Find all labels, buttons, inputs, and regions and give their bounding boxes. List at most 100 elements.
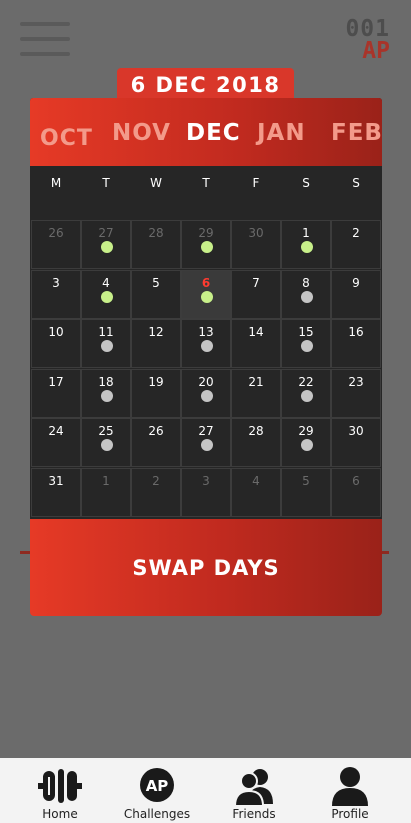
- brand-ap: AP: [362, 38, 390, 64]
- day-cell[interactable]: 30: [331, 418, 381, 467]
- profile-icon: [332, 767, 368, 806]
- day-cell[interactable]: 2: [131, 467, 181, 517]
- weekday-header: M T W T F S S: [30, 166, 382, 218]
- day-cell[interactable]: 27: [81, 220, 131, 269]
- ap-badge-icon: AP: [140, 768, 174, 802]
- month-feb[interactable]: FEB: [331, 120, 382, 146]
- scheduled-dot-icon: [201, 439, 213, 451]
- day-cell[interactable]: 7: [231, 269, 281, 319]
- day-number: 28: [148, 226, 164, 240]
- day-number: 1: [102, 473, 110, 488]
- day-cell[interactable]: 1: [81, 467, 131, 517]
- scheduled-dot-icon: [301, 340, 313, 352]
- nav-profile-label: Profile: [331, 807, 369, 821]
- day-cell[interactable]: 12: [131, 319, 181, 368]
- day-cell[interactable]: 1: [281, 220, 331, 269]
- day-number: 9: [352, 275, 360, 290]
- day-cell[interactable]: 14: [231, 319, 281, 368]
- day-number: 2: [152, 473, 160, 488]
- day-number: 5: [152, 275, 160, 290]
- completed-dot-icon: [101, 290, 113, 303]
- day-number: 22: [298, 374, 314, 389]
- day-cell[interactable]: 3: [31, 269, 81, 319]
- day-cell[interactable]: 5: [131, 269, 181, 319]
- day-cell[interactable]: 29: [181, 220, 231, 269]
- day-cell[interactable]: 11: [81, 319, 131, 368]
- scheduled-dot-icon: [101, 340, 113, 352]
- month-nov[interactable]: NOV: [112, 120, 171, 146]
- day-cell[interactable]: 24: [31, 418, 81, 467]
- day-cell[interactable]: 19: [131, 368, 181, 418]
- nav-challenges[interactable]: AP Challenges: [107, 758, 207, 823]
- nav-friends[interactable]: Friends: [204, 758, 304, 823]
- day-cell[interactable]: 9: [331, 269, 381, 319]
- weekday-label: F: [252, 176, 260, 190]
- day-cell[interactable]: 22: [281, 368, 331, 418]
- scheduled-dot-icon: [301, 439, 313, 451]
- day-number: 3: [202, 473, 210, 488]
- scheduled-dot-icon: [201, 340, 213, 352]
- day-number: 1: [302, 226, 310, 240]
- day-number: 27: [198, 424, 214, 438]
- scheduled-dot-icon: [301, 290, 313, 303]
- day-cell[interactable]: 10: [31, 319, 81, 368]
- nav-home[interactable]: Home: [10, 758, 110, 823]
- day-cell[interactable]: 17: [31, 368, 81, 418]
- weekday-label: T: [202, 176, 210, 190]
- day-cell[interactable]: 2: [331, 220, 381, 269]
- ap-badge-text: AP: [146, 777, 169, 795]
- day-cell[interactable]: 28: [131, 220, 181, 269]
- day-number: 4: [252, 473, 260, 488]
- day-number: 6: [201, 275, 211, 290]
- day-cell-today[interactable]: 6: [181, 269, 231, 319]
- dumbbell-icon: [38, 769, 82, 803]
- hamburger-menu-icon[interactable]: [20, 22, 70, 58]
- day-cell[interactable]: 18: [81, 368, 131, 418]
- day-number: 30: [348, 424, 364, 438]
- day-cell[interactable]: 31: [31, 467, 81, 517]
- day-cell[interactable]: 27: [181, 418, 231, 467]
- month-oct[interactable]: OCT: [40, 126, 93, 151]
- day-cell[interactable]: 4: [231, 467, 281, 517]
- day-cell[interactable]: 5: [281, 467, 331, 517]
- month-jan[interactable]: JAN: [257, 120, 306, 146]
- day-cell[interactable]: 15: [281, 319, 331, 368]
- day-cell[interactable]: 16: [331, 319, 381, 368]
- day-number: 20: [198, 374, 214, 389]
- day-number: 13: [198, 325, 214, 339]
- day-number: 30: [248, 226, 264, 240]
- day-cell[interactable]: 25: [81, 418, 131, 467]
- day-number: 3: [52, 275, 60, 290]
- swap-days-button[interactable]: SWAP DAYS: [30, 519, 382, 616]
- day-number: 7: [252, 275, 260, 290]
- day-cell[interactable]: 28: [231, 418, 281, 467]
- calendar-grid: 26 27 28 29 30 1 2 3 4 5 6 7 8 9 10 11 12 13 14 15 16 17 18 19 2…: [31, 220, 381, 518]
- friends-icon: [233, 769, 273, 806]
- day-number: 14: [248, 325, 264, 339]
- day-cell[interactable]: 30: [231, 220, 281, 269]
- day-cell[interactable]: 23: [331, 368, 381, 418]
- day-cell[interactable]: 13: [181, 319, 231, 368]
- day-cell[interactable]: 8: [281, 269, 331, 319]
- day-cell[interactable]: 4: [81, 269, 131, 319]
- brand-logo: 001 AP: [345, 18, 390, 64]
- day-number: 4: [102, 275, 110, 290]
- day-cell[interactable]: 6: [331, 467, 381, 517]
- nav-home-label: Home: [42, 807, 78, 821]
- day-number: 29: [198, 226, 214, 240]
- nav-challenges-label: Challenges: [123, 807, 191, 821]
- day-number: 27: [98, 226, 114, 240]
- day-number: 28: [248, 424, 264, 438]
- day-cell[interactable]: 26: [31, 220, 81, 269]
- month-selector: OCT NOV DEC JAN FEB: [30, 98, 382, 166]
- day-cell[interactable]: 29: [281, 418, 331, 467]
- scheduled-dot-icon: [301, 389, 313, 402]
- nav-profile[interactable]: Profile: [300, 758, 400, 823]
- day-cell[interactable]: 26: [131, 418, 181, 467]
- day-number: 26: [48, 226, 64, 240]
- day-cell[interactable]: 3: [181, 467, 231, 517]
- day-cell[interactable]: 20: [181, 368, 231, 418]
- day-cell[interactable]: 21: [231, 368, 281, 418]
- bottom-nav: Home AP Challenges Friends Profile: [0, 758, 411, 823]
- month-dec[interactable]: DEC: [186, 120, 241, 146]
